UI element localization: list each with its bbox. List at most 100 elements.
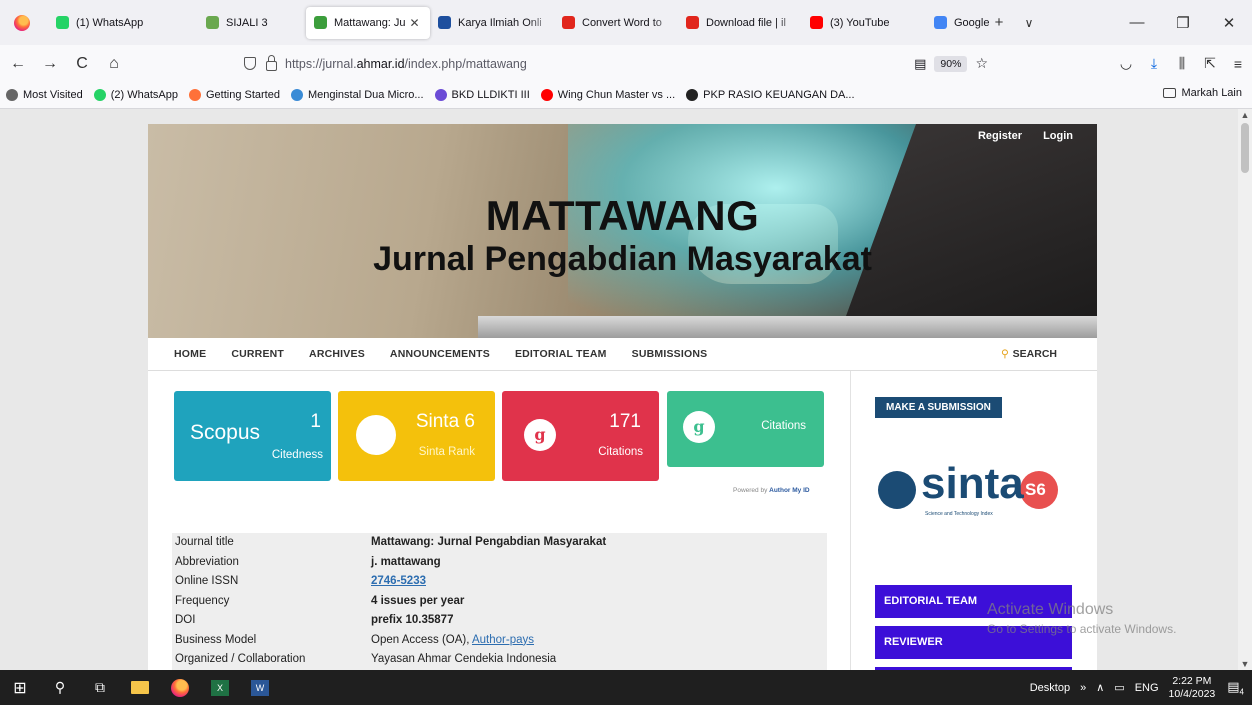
info-value-text: Mattawang: Jurnal Pengabdian Masyarakat <box>371 536 607 548</box>
issn-link[interactable]: 2746-5233 <box>371 575 426 587</box>
pocket-icon[interactable]: ◡ <box>1112 55 1140 72</box>
tab-list-button[interactable]: ∨ <box>1014 16 1044 30</box>
info-value: Yayasan Ahmar Cendekia Indonesia <box>371 653 831 665</box>
info-value-text: 4 issues per year <box>371 594 465 607</box>
address-bar[interactable]: https://jurnal.ahmar.id/index.php/mattaw… <box>226 48 994 79</box>
nav-current[interactable]: CURRENT <box>231 348 284 360</box>
language-indicator[interactable]: ENG <box>1135 682 1159 694</box>
bookmark-star-icon[interactable]: ☆ <box>975 55 988 72</box>
zoom-level[interactable]: 90% <box>934 55 968 72</box>
citations-icon: g <box>683 411 715 443</box>
powered-by[interactable]: Powered by Author My ID <box>733 487 810 494</box>
search-icon: ⚲ <box>1000 348 1009 360</box>
restore-button[interactable]: ❐ <box>1160 14 1206 32</box>
download-icon[interactable]: ⤓ <box>1140 55 1168 72</box>
menu-icon[interactable]: ≡ <box>1224 56 1252 72</box>
url-text[interactable]: https://jurnal.ahmar.id/index.php/mattaw… <box>285 57 527 71</box>
scroll-down-icon[interactable]: ▼ <box>1238 659 1252 669</box>
sinta-card[interactable]: Sinta 6 Sinta Rank <box>338 391 495 481</box>
task-view-icon[interactable]: ⧉ <box>80 670 120 705</box>
minimize-button[interactable]: — <box>1114 14 1160 31</box>
bookmark-item[interactable]: BKD LLDIKTI III <box>434 89 530 101</box>
bookmarks-toolbar: Most Visited (2) WhatsApp Getting Started M… <box>0 82 1252 109</box>
editorial-team-button[interactable]: EDITORIAL TEAM <box>875 585 1072 618</box>
url-domain: ahmar.id <box>356 56 405 71</box>
clock-time: 2:22 PM <box>1172 674 1212 687</box>
start-icon[interactable]: ⊞ <box>0 670 40 705</box>
forward-icon[interactable]: → <box>36 55 64 73</box>
tab-3[interactable]: Karya Ilmiah Onli <box>430 6 554 39</box>
nav-editorial-team[interactable]: EDITORIAL TEAM <box>515 348 607 360</box>
scopus-card[interactable]: Scopus 1 Citedness <box>174 391 331 481</box>
reviewer-button[interactable]: REVIEWER <box>875 626 1072 659</box>
info-value: prefix 10.35877 <box>371 614 831 626</box>
folder-icon <box>1163 88 1177 98</box>
reload-icon[interactable]: C <box>68 55 96 73</box>
author-pays-link[interactable]: Author-pays <box>472 634 534 646</box>
register-link[interactable]: Register <box>978 130 1022 142</box>
web-viewport: MATTAWANG Jurnal Pengabdian Masyarakat R… <box>0 109 1238 670</box>
firefox-icon[interactable] <box>14 14 30 31</box>
reader-view-icon[interactable]: ▤ <box>914 56 926 72</box>
google-scholar-card[interactable]: g 171 Citations <box>502 391 659 481</box>
firefox-taskbar-icon[interactable] <box>160 670 200 705</box>
tab-favicon-icon <box>686 16 699 29</box>
google-scholar-label: Citations <box>598 446 643 458</box>
close-tab-icon[interactable]: ✕ <box>410 16 420 30</box>
close-window-button[interactable]: ✕ <box>1206 14 1252 32</box>
tab-5[interactable]: Download file | il <box>678 6 802 39</box>
info-key: Abbreviation <box>175 555 239 568</box>
new-tab-button[interactable]: + <box>984 14 1014 31</box>
clock[interactable]: 2:22 PM 10/4/2023 <box>1169 675 1216 701</box>
scrollbar-thumb[interactable] <box>1241 123 1249 173</box>
nav-archives[interactable]: ARCHIVES <box>309 348 365 360</box>
excel-icon[interactable]: X <box>200 670 240 705</box>
bookmark-label: Most Visited <box>23 89 83 101</box>
bookmark-icon <box>686 89 699 101</box>
back-icon[interactable]: ← <box>4 55 32 73</box>
bookmark-item[interactable]: Most Visited <box>6 89 83 101</box>
tab-6[interactable]: (3) YouTube <box>802 7 926 39</box>
tab-4[interactable]: Convert Word to <box>554 6 678 39</box>
share-icon[interactable]: ⇱ <box>1196 55 1224 72</box>
bookmark-item[interactable]: (2) WhatsApp <box>93 89 178 101</box>
tab-0[interactable]: (1) WhatsApp <box>48 7 198 39</box>
search-taskbar-icon[interactable]: ⚲ <box>40 670 80 705</box>
navigation-toolbar: ← → C ⌂ https://jurnal.ahmar.id/index.ph… <box>0 45 1252 82</box>
scroll-up-icon[interactable]: ▲ <box>1238 110 1252 120</box>
nav-submissions[interactable]: SUBMISSIONS <box>632 348 708 360</box>
site-nav: HOME CURRENT ARCHIVES ANNOUNCEMENTS EDITORIA… <box>148 338 1097 371</box>
library-icon[interactable]: ⫼ <box>1168 55 1196 72</box>
login-link[interactable]: Login <box>1043 130 1073 142</box>
make-submission-button[interactable]: MAKE A SUBMISSION <box>875 397 1002 418</box>
bookmark-label: PKP RASIO KEUANGAN DA... <box>703 89 855 101</box>
file-explorer-icon[interactable] <box>120 670 160 705</box>
page-scrollbar[interactable]: ▲ ▼ <box>1238 109 1252 670</box>
notification-icon[interactable]: ▤4 <box>1227 679 1244 697</box>
garuda-citations-card[interactable]: g Citations <box>667 391 824 467</box>
other-bookmarks-label: Markah Lain <box>1181 87 1242 99</box>
show-hidden-icons[interactable]: ∧ <box>1096 681 1104 694</box>
desktop-toolbar[interactable]: Desktop <box>1030 682 1070 694</box>
info-value[interactable]: Open Access (OA), Author-pays <box>371 634 831 646</box>
bookmark-item[interactable]: Wing Chun Master vs ... <box>540 89 675 101</box>
info-value[interactable]: 2746-5233 <box>371 575 831 587</box>
tab-1[interactable]: SIJALI 3 <box>198 7 306 39</box>
network-icon[interactable]: ▭ <box>1114 681 1124 694</box>
sinta-logo[interactable]: sinta S6 Science and Technology Index <box>875 457 1070 519</box>
tracking-protection-icon[interactable] <box>244 57 256 70</box>
lock-icon[interactable] <box>266 54 277 71</box>
bookmark-item[interactable]: Getting Started <box>188 89 280 101</box>
nav-home[interactable]: HOME <box>174 348 206 360</box>
word-icon[interactable]: W <box>240 670 280 705</box>
bookmark-item[interactable]: PKP RASIO KEUANGAN DA... <box>686 89 855 101</box>
tab-2[interactable]: Mattawang: Ju ✕ <box>306 6 430 39</box>
bookmark-icon <box>290 89 303 101</box>
bookmark-label: Getting Started <box>205 89 280 101</box>
nav-announcements[interactable]: ANNOUNCEMENTS <box>390 348 490 360</box>
search-link[interactable]: ⚲ SEARCH <box>1001 348 1057 360</box>
tray-chevron-icon[interactable]: » <box>1080 682 1086 694</box>
other-bookmarks[interactable]: Markah Lain <box>1163 87 1242 99</box>
home-icon[interactable]: ⌂ <box>100 55 128 73</box>
bookmark-item[interactable]: Menginstal Dua Micro... <box>290 89 424 101</box>
